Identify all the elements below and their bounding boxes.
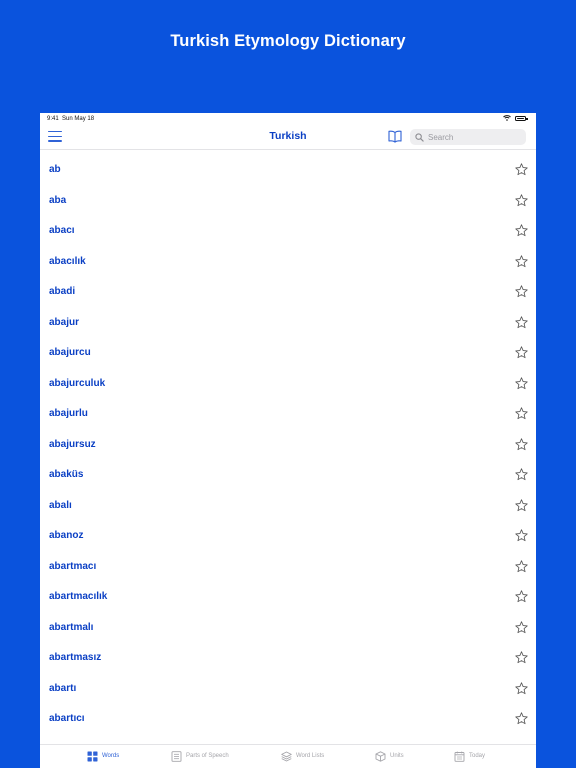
star-icon[interactable] [515, 254, 528, 268]
word-row[interactable]: abajurlu [40, 398, 536, 429]
star-icon[interactable] [515, 559, 528, 573]
star-icon[interactable] [515, 590, 528, 603]
word-label: abajurlu [49, 408, 88, 419]
book-stack-icon [171, 750, 182, 762]
word-label: abalı [49, 499, 72, 511]
word-row[interactable]: aba [40, 185, 536, 216]
tab-label: Words [102, 753, 120, 759]
word-label: abajurculuk [49, 377, 106, 389]
word-row[interactable]: abajur [40, 307, 536, 338]
tab-label: Units [390, 753, 404, 759]
word-label: abanoz [49, 530, 84, 541]
status-bar: 9:41 Sun May 18 [40, 113, 536, 125]
word-row[interactable]: abartmasız [40, 642, 536, 673]
word-label: abartmacı [49, 560, 97, 572]
word-list: ab aba abacı abacılık abadi abajur abaju… [40, 154, 536, 734]
calendar-icon [454, 751, 465, 762]
tab-today[interactable]: Today [454, 749, 485, 763]
word-row[interactable]: abajurcu [40, 337, 536, 368]
word-row[interactable]: abanoz [40, 520, 536, 551]
word-label: abaküs [49, 469, 84, 480]
word-row[interactable]: abartmalı [40, 612, 536, 643]
layers-icon [281, 751, 292, 761]
word-label: abartı [49, 682, 77, 694]
word-row[interactable]: abartı [40, 673, 536, 704]
word-row[interactable]: abajursuz [40, 429, 536, 460]
word-label: aba [49, 194, 67, 206]
word-label: abartıcı [49, 713, 85, 724]
star-icon[interactable] [515, 346, 528, 359]
star-icon[interactable] [515, 163, 528, 176]
word-row[interactable]: abartmacılık [40, 581, 536, 612]
word-row[interactable]: abalı [40, 490, 536, 521]
tab-label: Today [469, 753, 486, 759]
status-date: Sun May 18 [62, 116, 95, 122]
star-icon[interactable] [515, 193, 528, 207]
tab-words[interactable]: Words [87, 749, 119, 763]
word-row[interactable]: abacılık [40, 246, 536, 277]
navigation-bar: Turkish [40, 125, 536, 150]
tab-label: Word Lists [296, 753, 325, 759]
word-label: abajurcu [49, 347, 91, 358]
search-input[interactable] [428, 132, 518, 142]
star-icon[interactable] [515, 651, 528, 664]
word-label: abartmacılık [49, 591, 108, 602]
tab-units[interactable]: Units [375, 749, 404, 763]
word-row[interactable]: abartıcı [40, 703, 536, 734]
app-window: 9:41 Sun May 18 Turkish Search ab aba ab… [40, 113, 536, 768]
word-label: abacılık [49, 255, 86, 267]
cube-icon [375, 750, 386, 762]
star-icon[interactable] [515, 437, 528, 451]
wifi-icon [503, 115, 511, 121]
battery-icon [515, 115, 528, 121]
grid-icon [87, 751, 98, 761]
word-row[interactable]: ab [40, 154, 536, 185]
star-icon[interactable] [515, 376, 528, 390]
search-icon [415, 132, 424, 142]
word-row[interactable]: abaküs [40, 459, 536, 490]
word-row[interactable]: abacı [40, 215, 536, 246]
star-icon[interactable] [515, 620, 528, 634]
star-icon[interactable] [515, 468, 528, 481]
word-label: abajur [49, 316, 80, 328]
star-icon[interactable] [515, 224, 528, 237]
status-time: 9:41 Sun May 18 [47, 116, 94, 122]
word-label: abacı [49, 225, 75, 236]
tab-bar: Words Parts of Speech Word Lists Units T… [40, 744, 536, 768]
star-icon[interactable] [515, 498, 528, 512]
word-label: abartmasız [49, 652, 102, 663]
word-label: abartmalı [49, 621, 94, 633]
star-icon[interactable] [515, 681, 528, 695]
word-row[interactable]: abajurculuk [40, 368, 536, 399]
star-icon[interactable] [515, 529, 528, 542]
word-label: abadi [49, 286, 76, 297]
tab-label: Parts of Speech [186, 753, 229, 759]
word-row[interactable]: abartmacı [40, 551, 536, 582]
search-bar[interactable] [410, 129, 526, 145]
star-icon[interactable] [515, 712, 528, 725]
status-time-clock: 9:41 [47, 116, 59, 122]
star-icon[interactable] [515, 315, 528, 329]
star-icon[interactable] [515, 407, 528, 420]
status-indicators [503, 115, 528, 121]
promo-title: Turkish Etymology Dictionary [170, 32, 406, 50]
word-row[interactable]: abadi [40, 276, 536, 307]
tab-word-lists[interactable]: Word Lists [281, 749, 324, 763]
star-icon[interactable] [515, 285, 528, 298]
word-label: abajursuz [49, 438, 96, 450]
book-icon[interactable] [388, 130, 402, 143]
tab-parts-of-speech[interactable]: Parts of Speech [171, 749, 229, 763]
word-label: ab [49, 164, 61, 175]
